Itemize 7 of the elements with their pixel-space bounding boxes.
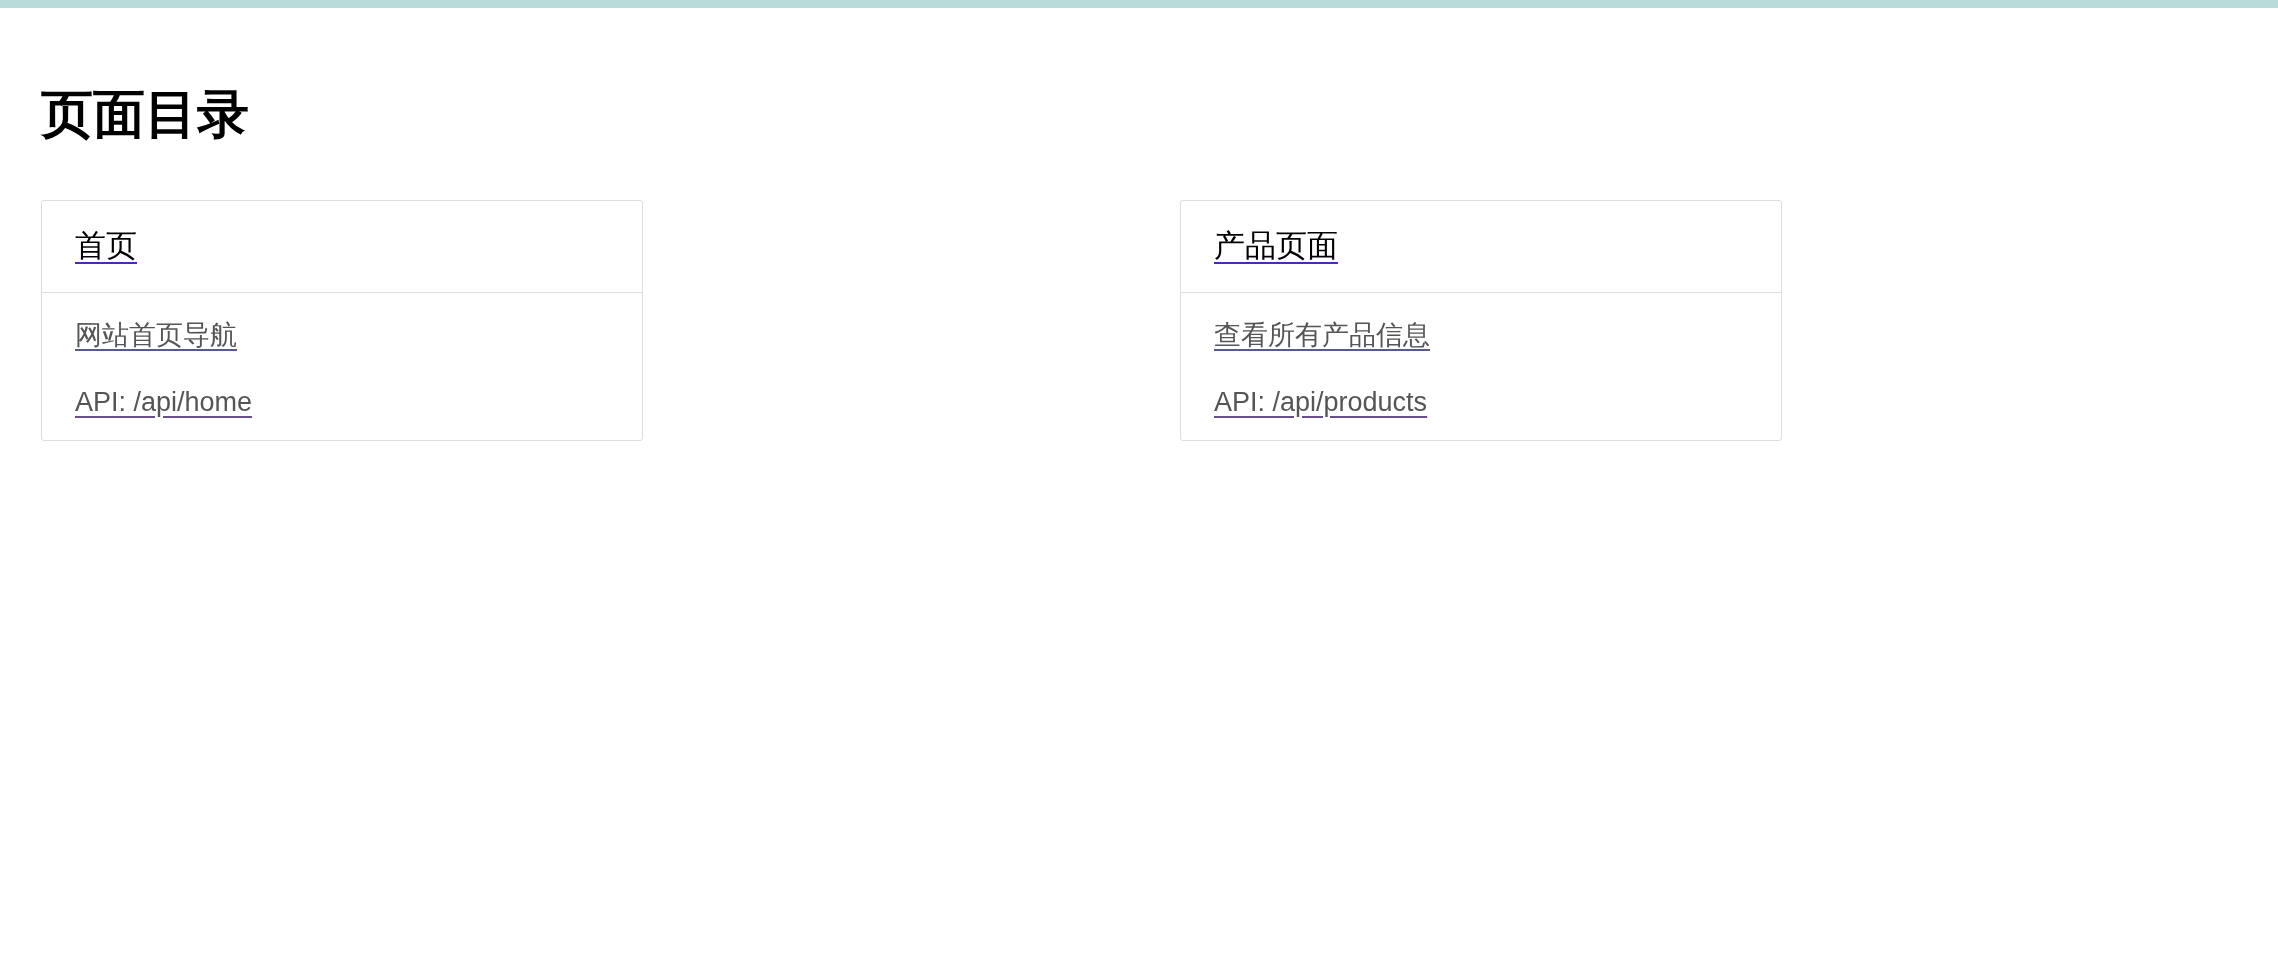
page-title: 页面目录 bbox=[41, 88, 249, 140]
description-link[interactable]: 查看所有产品信息 bbox=[1214, 315, 1430, 356]
description-link[interactable]: 网站首页导航 bbox=[75, 315, 237, 356]
card-title-link[interactable]: 首页 bbox=[75, 223, 137, 270]
api-link[interactable]: API: /api/products bbox=[1214, 381, 1428, 422]
card-title-link[interactable]: 产品页面 bbox=[1214, 223, 1338, 270]
api-link[interactable]: API: /api/home bbox=[75, 381, 253, 422]
